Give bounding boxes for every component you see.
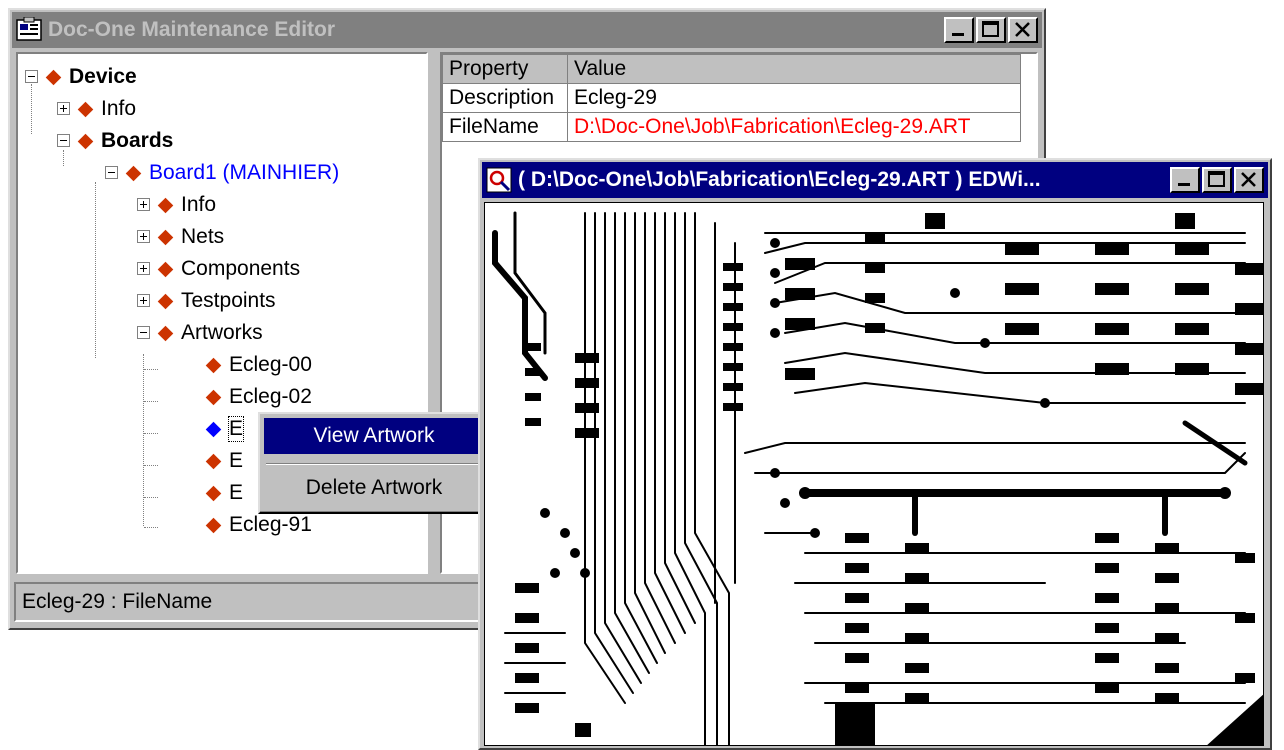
tree-node-artwork[interactable]: E — [202, 446, 243, 476]
artwork-canvas[interactable] — [484, 202, 1264, 746]
node-label: Ecleg-02 — [229, 385, 312, 408]
maximize-icon — [1208, 171, 1225, 187]
expand-components[interactable] — [137, 262, 150, 275]
tree-node-artwork[interactable]: Ecleg-00 — [202, 350, 312, 380]
property-value[interactable]: D:\Doc-One\Job\Fabrication\Ecleg-29.ART — [567, 112, 1021, 142]
tree-node-artworks[interactable]: Artworks — [154, 318, 263, 348]
property-row[interactable]: Description Ecleg-29 — [442, 83, 1021, 113]
menu-separator — [266, 463, 482, 465]
tree-node-artwork[interactable]: Ecleg-02 — [202, 382, 312, 412]
status-text: Ecleg-29 : FileName — [22, 590, 213, 613]
property-header-row: Property Value — [442, 54, 1021, 84]
pcb-artwork — [492, 211, 1263, 745]
viewer-icon — [486, 167, 512, 193]
node-label: Boards — [101, 129, 174, 152]
close-icon — [1241, 172, 1256, 187]
viewer-title: ( D:\Doc-One\Job\Fabrication\Ecleg-29.AR… — [518, 168, 1041, 191]
expand-info[interactable] — [57, 102, 70, 115]
viewer-minimize-button[interactable] — [1170, 167, 1200, 193]
node-label: Testpoints — [181, 289, 276, 312]
viewer-close-button[interactable] — [1234, 167, 1264, 193]
expand-nets[interactable] — [137, 230, 150, 243]
tree-node-board-info[interactable]: Info — [154, 190, 216, 220]
diamond-icon — [205, 453, 222, 469]
node-label: Components — [181, 257, 301, 280]
tree-node-artwork[interactable]: Ecleg-91 — [202, 510, 312, 540]
viewer-titlebar[interactable]: ( D:\Doc-One\Job\Fabrication\Ecleg-29.AR… — [482, 162, 1268, 198]
collapse-boards[interactable] — [57, 134, 70, 147]
app-icon — [16, 17, 42, 41]
collapse-artworks[interactable] — [137, 326, 150, 339]
node-label: Nets — [181, 225, 225, 248]
tree-node-info[interactable]: Info — [74, 94, 136, 124]
diamond-icon — [157, 197, 174, 213]
header-property[interactable]: Property — [442, 54, 568, 84]
node-label: Info — [101, 97, 137, 120]
editor-title: Doc-One Maintenance Editor — [48, 18, 336, 41]
diamond-icon — [157, 293, 174, 309]
diamond-icon — [157, 261, 174, 277]
tree-line — [95, 182, 96, 358]
tree-node-nets[interactable]: Nets — [154, 222, 224, 252]
minimize-icon — [1178, 183, 1190, 186]
property-name: FileName — [442, 112, 568, 142]
node-label: E — [229, 481, 244, 504]
expand-testpoints[interactable] — [137, 294, 150, 307]
collapse-board1[interactable] — [105, 166, 118, 179]
maximize-icon — [982, 21, 999, 37]
minimize-icon — [952, 33, 964, 36]
tree-node-testpoints[interactable]: Testpoints — [154, 286, 276, 316]
node-label: E — [227, 416, 245, 442]
diamond-icon — [157, 325, 174, 341]
node-label: Ecleg-91 — [229, 513, 312, 536]
diamond-icon — [45, 69, 62, 85]
diamond-icon — [205, 357, 222, 373]
maximize-button[interactable] — [976, 17, 1006, 43]
property-name: Description — [442, 83, 568, 113]
tree-node-components[interactable]: Components — [154, 254, 300, 284]
tree-line — [31, 84, 32, 134]
diamond-icon — [205, 517, 222, 533]
tree-node-boards[interactable]: Boards — [74, 126, 173, 156]
tree-node-device[interactable]: Device — [42, 62, 137, 92]
property-row[interactable]: FileName D:\Doc-One\Job\Fabrication\Ecle… — [442, 112, 1021, 142]
property-table: Property Value Description Ecleg-29 File… — [442, 54, 1021, 142]
diamond-icon — [77, 133, 94, 149]
close-icon — [1015, 22, 1030, 37]
diamond-icon — [77, 101, 94, 117]
artwork-viewer-window[interactable]: ( D:\Doc-One\Job\Fabrication\Ecleg-29.AR… — [478, 158, 1272, 750]
view-artwork-menu-item[interactable]: View Artwork — [264, 418, 484, 454]
node-label: Ecleg-00 — [229, 353, 312, 376]
collapse-device[interactable] — [25, 70, 38, 83]
property-value[interactable]: Ecleg-29 — [567, 83, 1021, 113]
diamond-icon — [157, 229, 174, 245]
node-label: Artworks — [181, 321, 263, 344]
expand-board-info[interactable] — [137, 198, 150, 211]
tree-line — [143, 354, 144, 526]
node-label: Info — [181, 193, 217, 216]
tree-line — [63, 150, 64, 166]
minimize-button[interactable] — [944, 17, 974, 43]
tree-node-artwork[interactable]: E — [202, 478, 243, 508]
delete-artwork-menu-item[interactable]: Delete Artwork — [264, 470, 484, 506]
editor-titlebar[interactable]: Doc-One Maintenance Editor — [12, 12, 1042, 48]
viewer-maximize-button[interactable] — [1202, 167, 1232, 193]
node-label: Device — [69, 65, 137, 88]
diamond-icon — [205, 485, 222, 501]
node-label: Board1 (MAINHIER) — [149, 161, 340, 184]
tree-node-artwork-selected[interactable]: E — [202, 414, 245, 444]
diamond-icon — [205, 389, 222, 405]
context-menu: View Artwork Delete Artwork — [258, 412, 490, 514]
node-label: E — [229, 449, 244, 472]
tree-node-board1[interactable]: Board1 (MAINHIER) — [122, 158, 339, 188]
diamond-icon — [125, 165, 142, 181]
close-button[interactable] — [1008, 17, 1038, 43]
header-value[interactable]: Value — [567, 54, 1021, 84]
diamond-icon — [205, 421, 222, 437]
